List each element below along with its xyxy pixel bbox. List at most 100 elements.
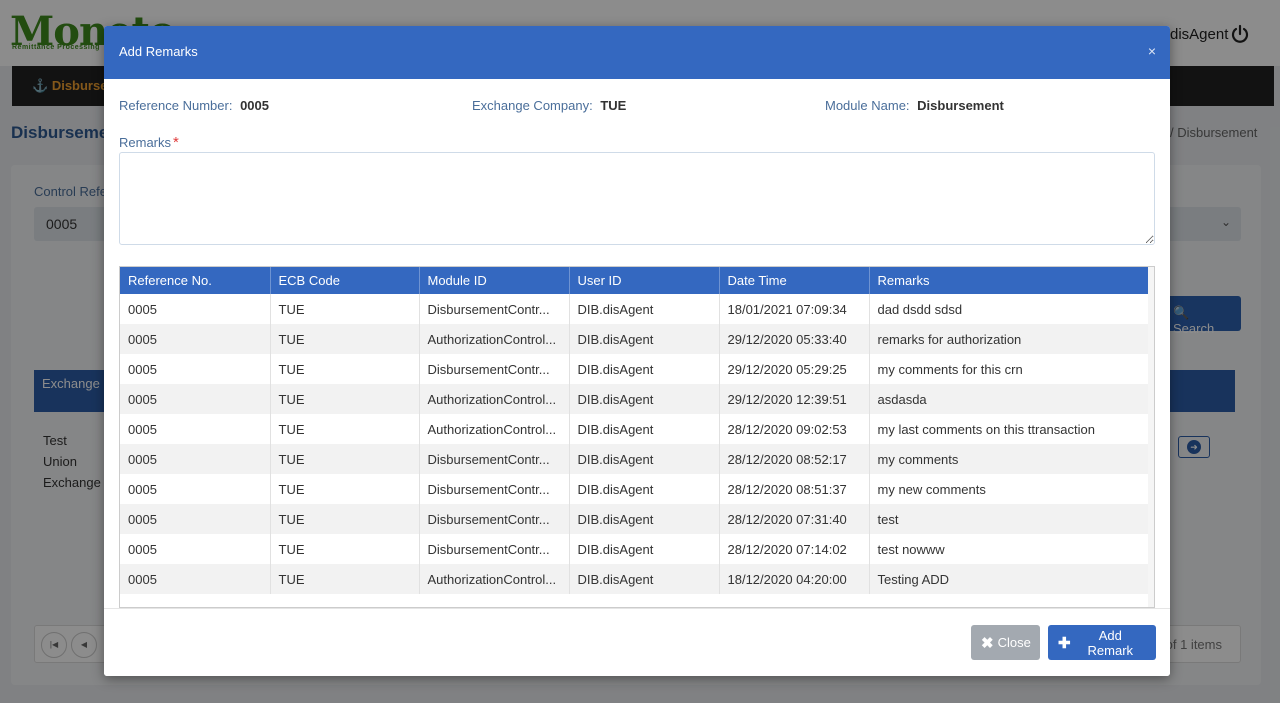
table-row[interactable]: 0005 TUE DisbursementContr... DIB.disAgent 1… bbox=[120, 294, 1151, 324]
column-header[interactable]: User ID bbox=[569, 267, 720, 294]
remarks-table: Reference No. ECB Code Module ID User ID… bbox=[120, 267, 1151, 594]
table-cell: AuthorizationControl... bbox=[419, 564, 570, 594]
column-header[interactable]: Date Time bbox=[719, 267, 870, 294]
table-cell: DisbursementContr... bbox=[419, 504, 570, 534]
column-header[interactable]: Remarks bbox=[869, 267, 1151, 294]
table-cell: 29/12/2020 12:39:51 bbox=[719, 384, 870, 414]
table-cell: TUE bbox=[270, 564, 420, 594]
grid-header-row: Reference No. ECB Code Module ID User ID… bbox=[120, 267, 1151, 294]
table-cell: DIB.disAgent bbox=[569, 384, 720, 414]
table-cell: 0005 bbox=[120, 444, 271, 474]
table-row[interactable]: 0005 TUE AuthorizationControl... DIB.disAge… bbox=[120, 414, 1151, 444]
table-cell: my last comments on this ttransaction bbox=[869, 414, 1151, 444]
exchange-company-info: Exchange Company: TUE bbox=[472, 98, 626, 113]
table-cell: 0005 bbox=[120, 384, 271, 414]
table-cell: DisbursementContr... bbox=[419, 354, 570, 384]
table-cell: TUE bbox=[270, 354, 420, 384]
column-header[interactable]: ECB Code bbox=[270, 267, 420, 294]
table-row[interactable]: 0005 TUE DisbursementContr... DIB.disAgent 2… bbox=[120, 474, 1151, 504]
column-header[interactable]: Reference No. bbox=[120, 267, 271, 294]
table-cell: 18/12/2020 04:20:00 bbox=[719, 564, 870, 594]
table-cell: TUE bbox=[270, 414, 420, 444]
remarks-label-text: Remarks bbox=[119, 135, 172, 150]
table-cell: AuthorizationControl... bbox=[419, 384, 570, 414]
module-name-info: Module Name: Disbursement bbox=[825, 98, 1004, 113]
table-cell: AuthorizationControl... bbox=[419, 414, 570, 444]
table-cell: 0005 bbox=[120, 354, 271, 384]
close-icon[interactable]: × bbox=[1148, 43, 1156, 59]
table-cell: DIB.disAgent bbox=[569, 324, 720, 354]
exchange-company-label: Exchange Company: bbox=[472, 98, 593, 113]
grid-scrollbar[interactable] bbox=[1148, 267, 1154, 607]
table-row[interactable]: 0005 TUE DisbursementContr... DIB.disAgent 2… bbox=[120, 444, 1151, 474]
table-cell: DisbursementContr... bbox=[419, 534, 570, 564]
remarks-textarea[interactable] bbox=[119, 152, 1155, 245]
table-cell: 18/01/2021 07:09:34 bbox=[719, 294, 870, 324]
column-header[interactable]: Module ID bbox=[419, 267, 570, 294]
table-row[interactable]: 0005 TUE AuthorizationControl... DIB.disAge… bbox=[120, 384, 1151, 414]
table-cell: DisbursementContr... bbox=[419, 444, 570, 474]
reference-number-info: Reference Number: 0005 bbox=[119, 98, 269, 113]
table-cell: 28/12/2020 08:52:17 bbox=[719, 444, 870, 474]
table-cell: 28/12/2020 07:31:40 bbox=[719, 504, 870, 534]
table-cell: asdasda bbox=[869, 384, 1151, 414]
plus-icon: ✚ bbox=[1058, 634, 1071, 652]
table-cell: DIB.disAgent bbox=[569, 474, 720, 504]
module-name-value: Disbursement bbox=[917, 98, 1004, 113]
required-star-icon: * bbox=[173, 134, 179, 151]
modal-title: Add Remarks bbox=[119, 44, 198, 59]
table-cell: test bbox=[869, 504, 1151, 534]
add-remark-button[interactable]: ✚ Add Remark bbox=[1048, 625, 1156, 660]
table-cell: TUE bbox=[270, 504, 420, 534]
table-cell: DisbursementContr... bbox=[419, 294, 570, 324]
table-row[interactable]: 0005 TUE DisbursementContr... DIB.disAgent 2… bbox=[120, 504, 1151, 534]
table-cell: remarks for authorization bbox=[869, 324, 1151, 354]
table-cell: DisbursementContr... bbox=[419, 474, 570, 504]
table-cell: dad dsdd sdsd bbox=[869, 294, 1151, 324]
table-cell: DIB.disAgent bbox=[569, 294, 720, 324]
table-row[interactable]: 0005 TUE DisbursementContr... DIB.disAgent 2… bbox=[120, 354, 1151, 384]
table-cell: DIB.disAgent bbox=[569, 534, 720, 564]
table-cell: Testing ADD bbox=[869, 564, 1151, 594]
table-cell: DIB.disAgent bbox=[569, 444, 720, 474]
modal-header: Add Remarks × bbox=[104, 26, 1170, 79]
table-cell: 0005 bbox=[120, 324, 271, 354]
close-x-icon: ✖ bbox=[981, 634, 994, 652]
table-cell: TUE bbox=[270, 294, 420, 324]
table-cell: DIB.disAgent bbox=[569, 564, 720, 594]
table-cell: my comments for this crn bbox=[869, 354, 1151, 384]
remarks-grid: Reference No. ECB Code Module ID User ID… bbox=[119, 266, 1155, 608]
table-cell: 0005 bbox=[120, 534, 271, 564]
table-cell: 28/12/2020 07:14:02 bbox=[719, 534, 870, 564]
close-button[interactable]: ✖ Close bbox=[971, 625, 1040, 660]
table-cell: DIB.disAgent bbox=[569, 414, 720, 444]
table-cell: TUE bbox=[270, 324, 420, 354]
table-row[interactable]: 0005 TUE DisbursementContr... DIB.disAgent 2… bbox=[120, 534, 1151, 564]
table-cell: my comments bbox=[869, 444, 1151, 474]
add-remark-button-label: Add Remark bbox=[1087, 627, 1134, 658]
table-cell: DIB.disAgent bbox=[569, 504, 720, 534]
table-cell: 29/12/2020 05:33:40 bbox=[719, 324, 870, 354]
table-cell: 0005 bbox=[120, 564, 271, 594]
table-cell: TUE bbox=[270, 474, 420, 504]
table-cell: test nowww bbox=[869, 534, 1151, 564]
table-cell: 0005 bbox=[120, 294, 271, 324]
table-cell: 0005 bbox=[120, 414, 271, 444]
table-cell: 0005 bbox=[120, 504, 271, 534]
table-cell: my new comments bbox=[869, 474, 1151, 504]
add-remarks-modal: Add Remarks × Reference Number: 0005 Exc… bbox=[104, 26, 1170, 676]
table-cell: 28/12/2020 08:51:37 bbox=[719, 474, 870, 504]
table-row[interactable]: 0005 TUE AuthorizationControl... DIB.disAge… bbox=[120, 324, 1151, 354]
close-button-label: Close bbox=[997, 635, 1031, 650]
table-cell: TUE bbox=[270, 534, 420, 564]
module-name-label: Module Name: bbox=[825, 98, 910, 113]
table-cell: AuthorizationControl... bbox=[419, 324, 570, 354]
exchange-company-value: TUE bbox=[600, 98, 627, 113]
table-cell: 28/12/2020 09:02:53 bbox=[719, 414, 870, 444]
modal-footer: ✖ Close ✚ Add Remark bbox=[104, 608, 1170, 676]
table-cell: 0005 bbox=[120, 474, 271, 504]
table-cell: 29/12/2020 05:29:25 bbox=[719, 354, 870, 384]
table-row[interactable]: 0005 TUE AuthorizationControl... DIB.disAge… bbox=[120, 564, 1151, 594]
table-cell: TUE bbox=[270, 444, 420, 474]
table-cell: TUE bbox=[270, 384, 420, 414]
